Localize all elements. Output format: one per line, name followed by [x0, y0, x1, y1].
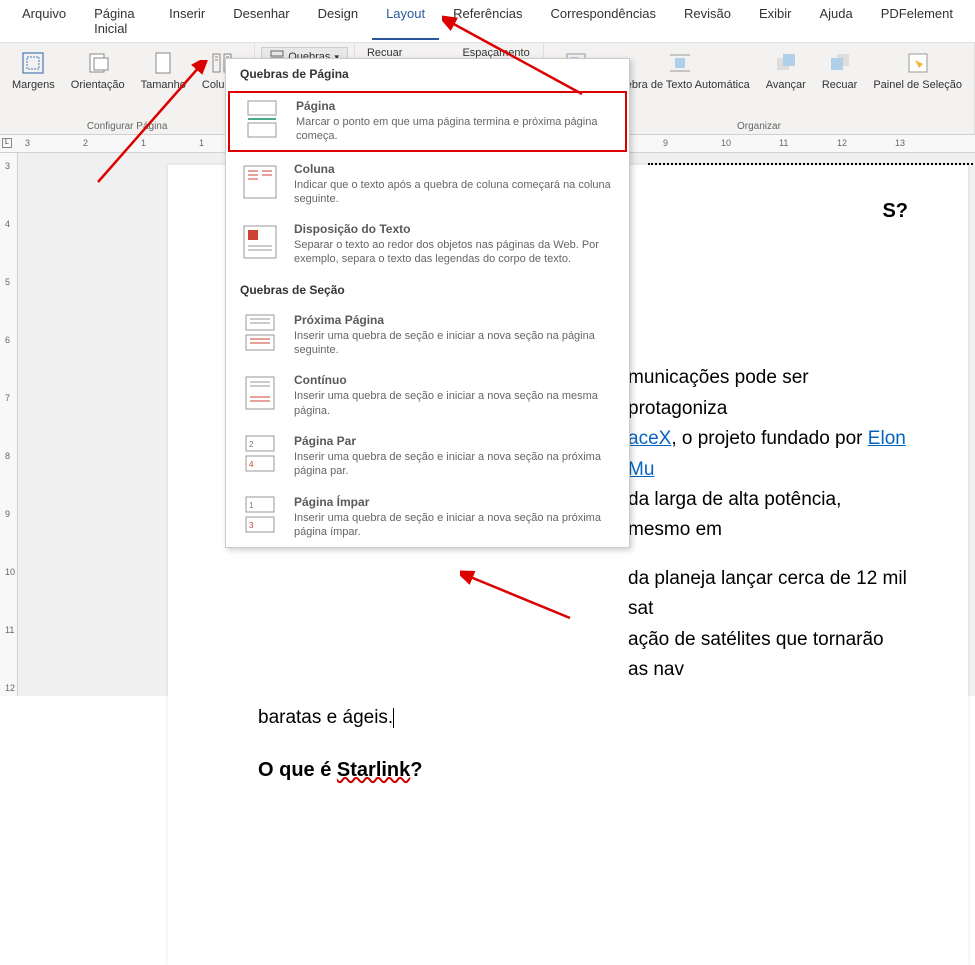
ruler-v-mark: 3	[5, 161, 10, 171]
backward-button[interactable]: Recuar	[816, 47, 863, 93]
ruler-v-mark: 10	[5, 567, 15, 577]
forward-icon	[772, 49, 800, 77]
menu-design[interactable]: Design	[304, 2, 372, 40]
svg-text:3: 3	[249, 521, 254, 530]
ruler-h-mark: 11	[779, 138, 788, 148]
ruler-v-mark: 11	[5, 625, 14, 635]
menu-bar: Arquivo Página Inicial Inserir Desenhar …	[0, 0, 975, 43]
vertical-ruler[interactable]: 3 4 5 6 7 8 9 10 11 12	[0, 153, 18, 696]
svg-text:1: 1	[249, 501, 254, 510]
ribbon-group-page-setup: Margens Orientação Tamanho Colunas	[0, 43, 255, 134]
menu-draw[interactable]: Desenhar	[219, 2, 303, 40]
ruler-v-mark: 8	[5, 451, 10, 461]
link-spacex[interactable]: aceX	[628, 428, 671, 449]
ruler-v-mark: 6	[5, 335, 10, 345]
heading2-wavy: Starlink	[337, 759, 410, 781]
forward-button[interactable]: Avançar	[760, 47, 812, 93]
size-button[interactable]: Tamanho	[135, 47, 192, 93]
ruler-v-mark: 7	[5, 393, 10, 403]
continuous-break-icon	[240, 373, 280, 413]
ruler-h-mark: 1	[199, 138, 204, 148]
ruler-h-mark: 10	[721, 138, 731, 148]
dropdown-item-column[interactable]: Coluna Indicar que o texto após a quebra…	[226, 154, 629, 215]
page-setup-label: Configurar Página	[87, 121, 168, 132]
ruler-v-mark: 5	[5, 277, 10, 287]
wrap-icon	[666, 49, 694, 77]
text-cursor	[393, 708, 394, 728]
ruler-h-mark: 13	[895, 138, 905, 148]
margins-button[interactable]: Margens	[6, 47, 61, 93]
ruler-h-mark: 2	[83, 138, 88, 148]
dropdown-item-odd-page[interactable]: 13 Página Ímpar Inserir uma quebra de se…	[226, 487, 629, 548]
dropdown-item-even-page[interactable]: 24 Página Par Inserir uma quebra de seçã…	[226, 426, 629, 487]
selection-pane-button[interactable]: Painel de Seleção	[867, 47, 968, 93]
column-break-icon	[240, 162, 280, 202]
doc-text-1: municações pode ser protagoniza	[628, 367, 809, 418]
dropdown-item-next-page[interactable]: Próxima Página Inserir uma quebra de seç…	[226, 305, 629, 366]
menu-file[interactable]: Arquivo	[8, 2, 80, 40]
menu-home[interactable]: Página Inicial	[80, 2, 155, 40]
dropdown-section-page-breaks: Quebras de Página	[226, 59, 629, 89]
svg-text:2: 2	[249, 440, 254, 449]
heading-fragment: S?	[882, 200, 908, 222]
dropdown-item-page[interactable]: Página Marcar o ponto em que uma página …	[228, 91, 627, 152]
heading2-post: ?	[410, 759, 422, 781]
odd-page-break-icon: 13	[240, 495, 280, 535]
dropdown-item-continuous[interactable]: Contínuo Inserir uma quebra de seção e i…	[226, 365, 629, 426]
menu-help[interactable]: Ajuda	[806, 2, 867, 40]
tab-selector[interactable]: L	[2, 138, 12, 148]
ruler-h-mark: 3	[25, 138, 30, 148]
selection-pane-icon	[904, 49, 932, 77]
menu-layout[interactable]: Layout	[372, 2, 439, 40]
toc-leader-dots	[648, 163, 975, 165]
heading2-pre: O que é	[258, 759, 337, 781]
ruler-h-mark: 12	[837, 138, 847, 148]
menu-review[interactable]: Revisão	[670, 2, 745, 40]
menu-references[interactable]: Referências	[439, 2, 536, 40]
next-page-break-icon	[240, 313, 280, 353]
text-wrap-break-icon	[240, 222, 280, 262]
page-break-icon	[242, 99, 282, 139]
menu-insert[interactable]: Inserir	[155, 2, 219, 40]
size-icon	[149, 49, 177, 77]
ruler-v-mark: 4	[5, 219, 10, 229]
doc-text-2: da larga de alta potência, mesmo em	[628, 489, 841, 540]
menu-pdfelement[interactable]: PDFelement	[867, 2, 967, 40]
menu-view[interactable]: Exibir	[745, 2, 806, 40]
ruler-v-mark: 12	[5, 683, 15, 693]
svg-text:4: 4	[249, 460, 254, 469]
ruler-h-mark: 9	[663, 138, 668, 148]
orientation-icon	[84, 49, 112, 77]
even-page-break-icon: 24	[240, 434, 280, 474]
dropdown-item-text-wrap[interactable]: Disposição do Texto Separar o texto ao r…	[226, 214, 629, 275]
menu-mailings[interactable]: Correspondências	[537, 2, 671, 40]
doc-text-mid: , o projeto fundado por	[671, 428, 867, 449]
dropdown-section-section-breaks: Quebras de Seção	[226, 275, 629, 305]
doc-text-5: baratas e ágeis.	[258, 707, 393, 728]
breaks-dropdown: Quebras de Página Página Marcar o ponto …	[225, 58, 630, 548]
doc-text-3: da planeja lançar cerca de 12 mil sat	[628, 568, 907, 619]
ruler-h-mark: 1	[141, 138, 146, 148]
arrange-label: Organizar	[737, 121, 781, 132]
doc-text-4: ação de satélites que tornarão as nav	[628, 629, 884, 680]
orientation-button[interactable]: Orientação	[65, 47, 131, 93]
margins-icon	[19, 49, 47, 77]
ruler-v-mark: 9	[5, 509, 10, 519]
backward-icon	[826, 49, 854, 77]
